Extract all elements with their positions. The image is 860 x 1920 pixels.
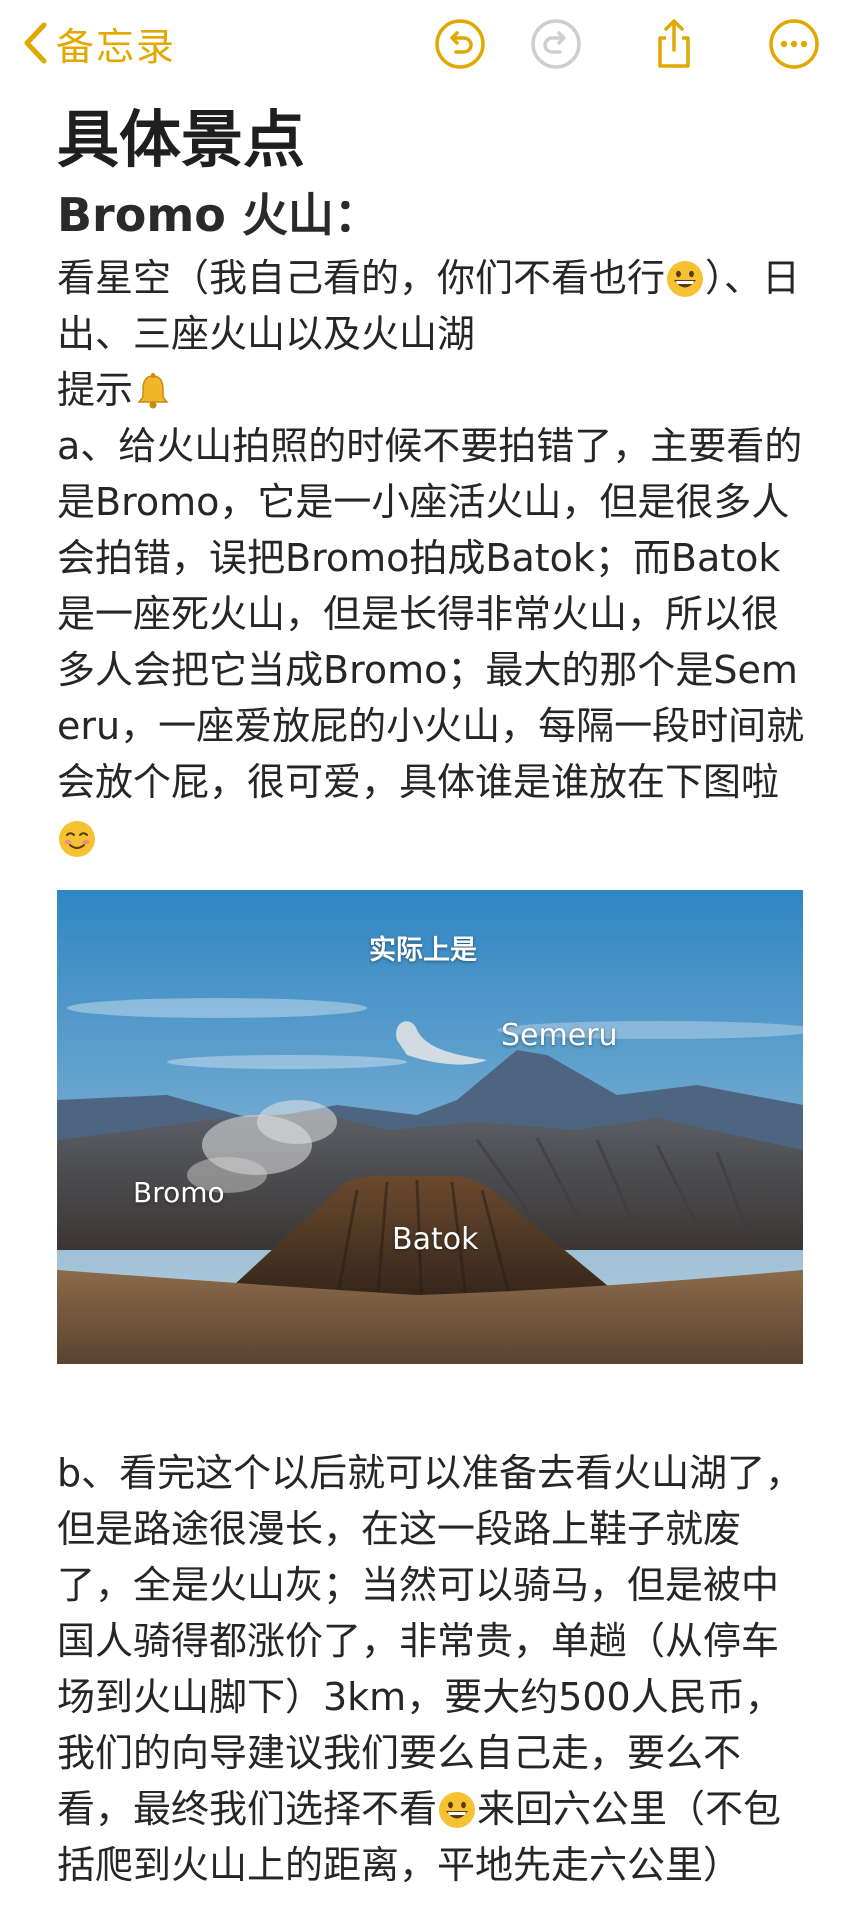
photo-caption: 实际上是 bbox=[369, 935, 477, 966]
note-title: 具体景点 bbox=[57, 103, 306, 176]
paragraph-a-text: a、给火山拍照的时候不要拍错了，主要看的是Bromo，它是一小座活火山，但是很多… bbox=[57, 424, 805, 804]
bromo-label: Bromo bbox=[133, 1176, 225, 1209]
share-icon[interactable] bbox=[646, 16, 702, 72]
semeru-label: Semeru bbox=[501, 1018, 618, 1053]
note-subtitle: Bromo 火山： bbox=[57, 188, 380, 242]
smiling-face-emoji-icon bbox=[57, 819, 97, 859]
chevron-left-icon bbox=[22, 21, 48, 65]
undo-icon[interactable] bbox=[432, 16, 488, 72]
volcano-photo[interactable]: 实际上是 Semeru Bromo Batok bbox=[57, 890, 803, 1364]
tip-line: 提示 bbox=[57, 362, 807, 418]
paragraph-a: a、给火山拍照的时候不要拍错了，主要看的是Bromo，它是一小座活火山，但是很多… bbox=[57, 418, 807, 866]
back-label: 备忘录 bbox=[56, 24, 177, 69]
paragraph-highlights: 看星空（我自己看的，你们不看也行 ）、日出、三座火山以及火山湖 bbox=[57, 250, 807, 362]
more-icon[interactable] bbox=[766, 16, 822, 72]
grinning-face-emoji-icon bbox=[665, 259, 705, 299]
paragraph-b-text-1: b、看完这个以后就可以准备去看火山湖了，但是路途很漫长，在这一段路上鞋子就废了，… bbox=[57, 1451, 804, 1831]
note-body[interactable]: 具体景点 Bromo 火山： 看星空（我自己看的，你们不看也行 ）、日出、三座火山… bbox=[57, 100, 807, 866]
paragraph-b: b、看完这个以后就可以准备去看火山湖了，但是路途很漫长，在这一段路上鞋子就废了，… bbox=[57, 1445, 807, 1893]
bell-emoji-icon bbox=[133, 371, 173, 411]
navigation-bar: 备忘录 bbox=[0, 0, 860, 90]
grinning-face-emoji-icon-2 bbox=[437, 1790, 477, 1830]
paragraph-highlights-text-1: 看星空（我自己看的，你们不看也行 bbox=[57, 256, 666, 300]
redo-icon[interactable] bbox=[528, 16, 584, 72]
back-button[interactable]: 备忘录 bbox=[22, 18, 177, 69]
tip-label: 提示 bbox=[57, 368, 134, 412]
batok-label: Batok bbox=[392, 1222, 479, 1257]
